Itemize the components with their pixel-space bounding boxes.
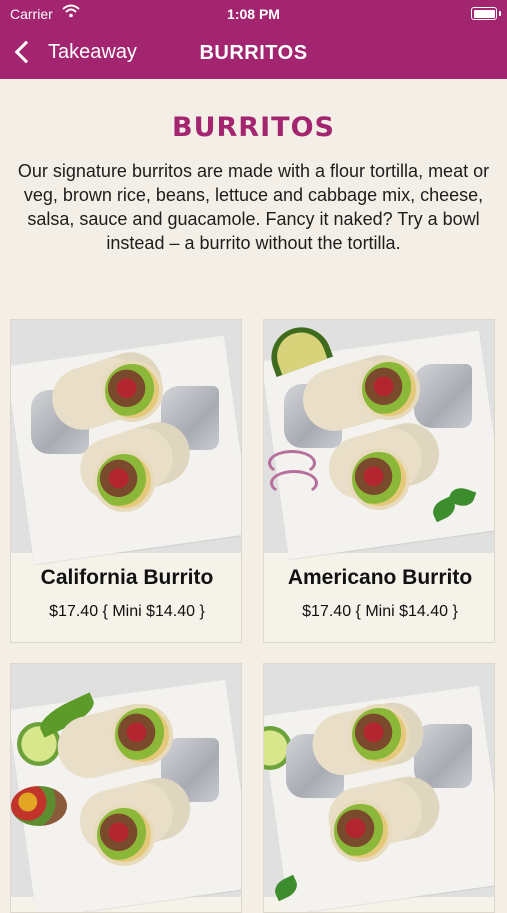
product-name: Americano Burrito <box>287 566 473 589</box>
product-image <box>264 664 494 912</box>
navigation-bar: Carrier 1:08 PM Takeaway BURRITOS <box>0 0 507 79</box>
product-card-california[interactable]: California Burrito $17.40 { Mini $14.40 … <box>10 319 242 643</box>
battery-icon <box>471 7 497 20</box>
battery-tip-icon <box>499 11 501 16</box>
product-price: $17.40 { Mini $14.40 } <box>302 603 458 620</box>
product-card-3[interactable] <box>10 663 242 913</box>
intro-text: Our signature burritos are made with a f… <box>17 161 490 253</box>
product-image <box>11 664 241 912</box>
product-card-americano[interactable]: Americano Burrito $17.40 { Mini $14.40 } <box>263 319 495 643</box>
product-name: California Burrito <box>40 566 214 589</box>
product-card-4[interactable] <box>263 663 495 913</box>
status-bar: Carrier 1:08 PM <box>0 0 507 28</box>
nav-title: BURRITOS <box>199 42 308 64</box>
status-time: 1:08 PM <box>227 6 280 22</box>
product-image <box>11 320 241 565</box>
product-image <box>264 320 494 560</box>
page-heading: BURRITOS <box>172 112 335 143</box>
product-price: $17.40 { Mini $14.40 } <box>49 603 205 620</box>
